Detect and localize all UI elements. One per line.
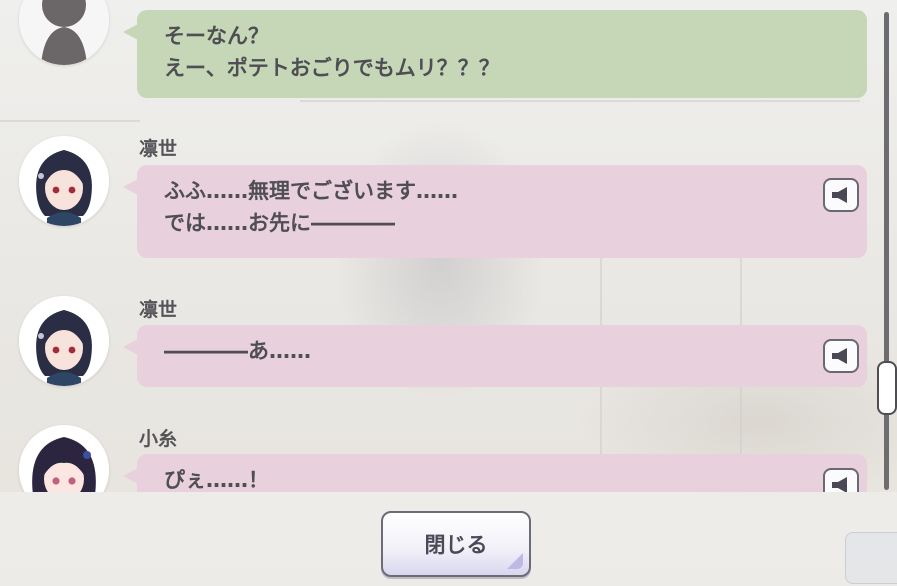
speaker-icon: [832, 187, 847, 203]
voice-replay-button[interactable]: [823, 178, 859, 212]
background-sign: [845, 532, 897, 584]
koito-portrait-icon: [19, 425, 109, 492]
speaker-name: 凛世: [139, 138, 178, 160]
message-bubble: ふふ……無理でございます…… では……お先に――――: [123, 165, 867, 258]
message-bubble: そーなん？ えー、ポテトおごりでもムリ？？？: [123, 10, 867, 98]
message-line: ふふ……無理でございます……: [164, 179, 458, 203]
voice-replay-button[interactable]: [823, 468, 859, 492]
message-line: ぴぇ……！: [164, 468, 269, 492]
speaker-name: 凛世: [139, 299, 178, 321]
speaker-icon: [832, 477, 847, 492]
speaker-icon: [832, 348, 847, 364]
message-line: そーなん？: [164, 24, 269, 48]
scrollbar-thumb[interactable]: [877, 361, 897, 415]
rinze-avatar: [19, 296, 109, 386]
close-button[interactable]: 閉じる: [381, 511, 531, 577]
rinze-avatar: [19, 136, 109, 226]
message-line: では……お先に――――: [164, 211, 395, 235]
corner-triangle-icon: [507, 553, 523, 569]
koito-avatar: [19, 425, 109, 492]
close-button-label: 閉じる: [424, 533, 488, 557]
scrollbar-track[interactable]: [884, 12, 889, 490]
rinze-portrait-icon: [19, 296, 109, 386]
message-log[interactable]: そーなん？ えー、ポテトおごりでもムリ？？？ 凛世 ふふ……無理でございます………: [0, 0, 897, 492]
silhouette-icon: [19, 0, 109, 65]
voice-replay-button[interactable]: [823, 339, 859, 373]
speaker-name: 小糸: [139, 428, 178, 450]
message-line: ――――あ……: [164, 339, 311, 363]
rinze-portrait-icon: [19, 136, 109, 226]
message-bubble: ぴぇ……！: [123, 454, 867, 492]
message-bubble: ――――あ……: [123, 325, 867, 387]
producer-avatar: [19, 0, 109, 65]
message-line: えー、ポテトおごりでもムリ？？？: [164, 56, 500, 80]
